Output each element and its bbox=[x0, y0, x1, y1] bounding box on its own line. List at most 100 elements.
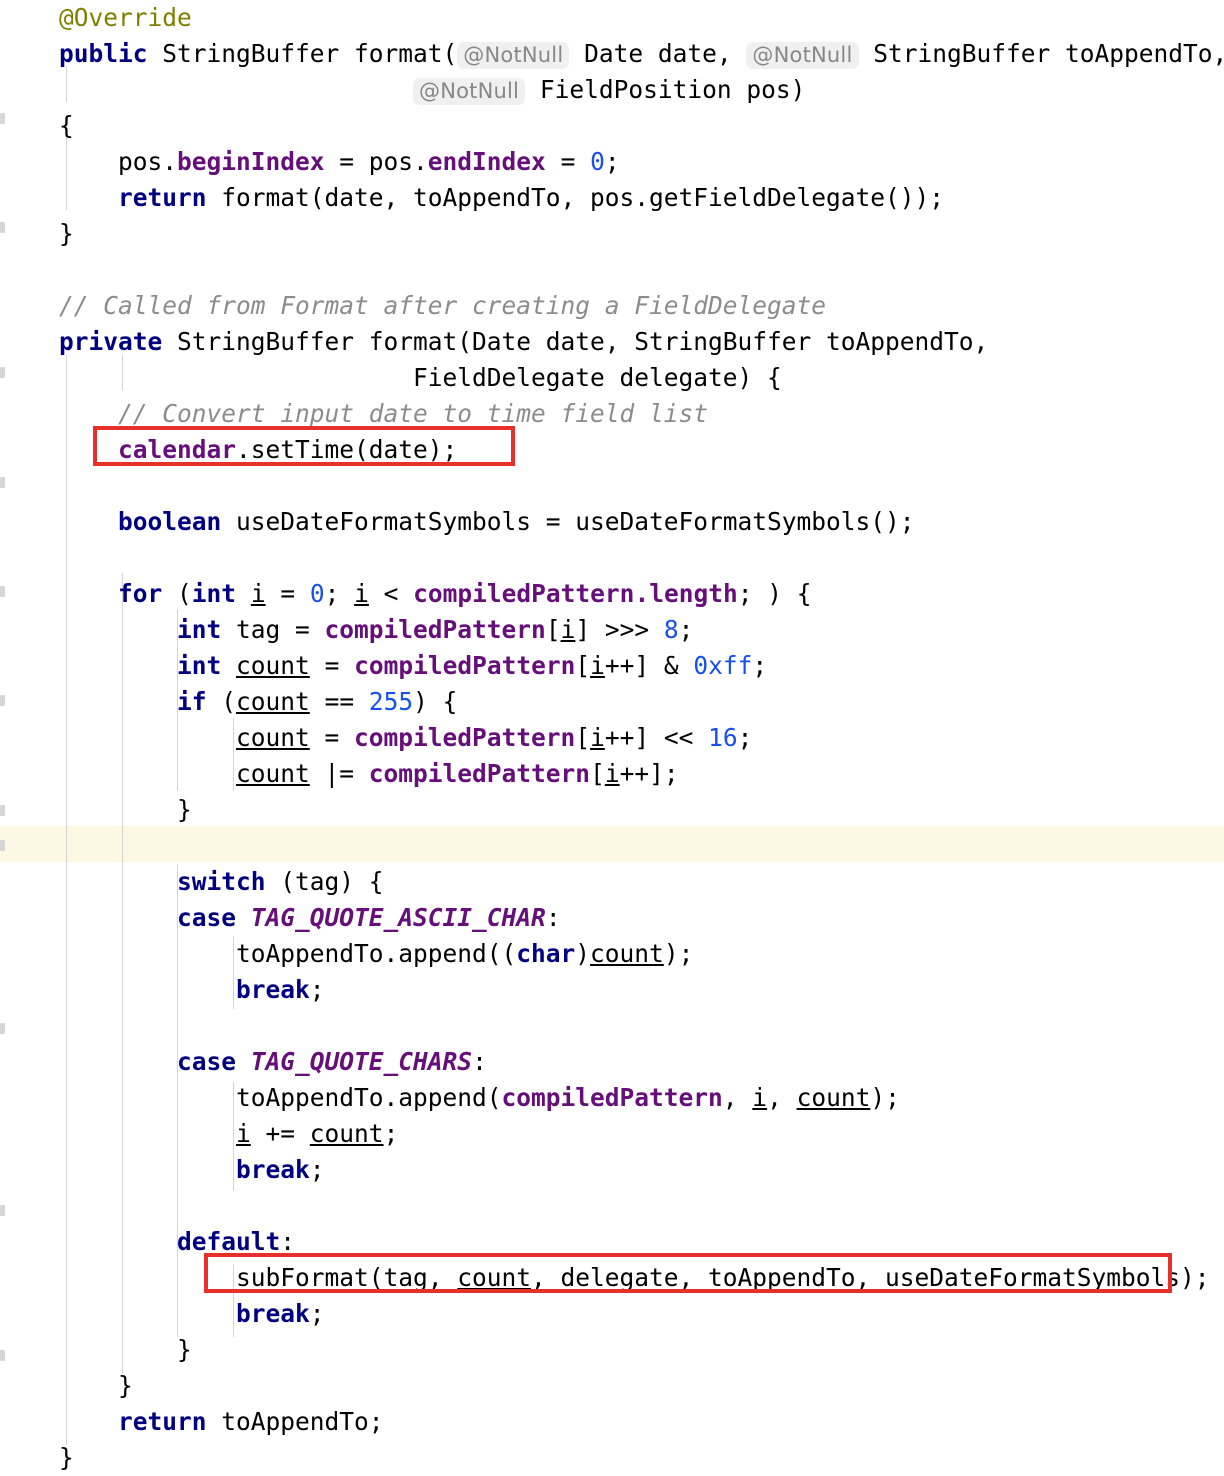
code-token: ; bbox=[310, 975, 325, 1004]
code-token: : bbox=[546, 903, 561, 932]
code-token: = bbox=[266, 579, 310, 608]
code-token bbox=[0, 579, 118, 608]
code-token: compiledPattern bbox=[413, 579, 634, 608]
code-token bbox=[0, 3, 59, 32]
code-line[interactable] bbox=[0, 828, 1224, 864]
code-line[interactable]: count |= compiledPattern[i++]; bbox=[0, 756, 1224, 792]
code-token bbox=[0, 39, 59, 68]
code-token: } bbox=[0, 1371, 133, 1400]
code-token: ; bbox=[325, 579, 355, 608]
code-line[interactable]: } bbox=[0, 1368, 1224, 1404]
code-token: ( bbox=[162, 579, 192, 608]
code-line[interactable]: return toAppendTo; bbox=[0, 1404, 1224, 1440]
inlay-hint-notnull[interactable]: @NotNull bbox=[457, 42, 569, 69]
code-token: count bbox=[236, 687, 310, 716]
code-line[interactable]: case TAG_QUOTE_CHARS: bbox=[0, 1044, 1224, 1080]
code-line[interactable] bbox=[0, 252, 1224, 288]
code-token: = bbox=[546, 147, 590, 176]
code-token: i bbox=[354, 579, 369, 608]
code-token: .setTime(date); bbox=[236, 435, 457, 464]
code-token: beginIndex bbox=[177, 147, 325, 176]
code-token: return bbox=[118, 183, 207, 212]
code-token: return bbox=[118, 1407, 207, 1436]
code-line[interactable]: calendar.setTime(date); bbox=[0, 432, 1224, 468]
code-token: , delegate, toAppendTo, useDateFormatSym… bbox=[531, 1263, 1210, 1292]
code-token: ; bbox=[752, 651, 767, 680]
code-line[interactable]: @Override bbox=[0, 0, 1224, 36]
inlay-hint-notnull[interactable]: @NotNull bbox=[413, 78, 525, 105]
code-token: ) { bbox=[413, 687, 457, 716]
code-token bbox=[0, 975, 236, 1004]
code-token bbox=[236, 1047, 251, 1076]
code-token: StringBuffer format( bbox=[148, 39, 458, 68]
code-line[interactable] bbox=[0, 468, 1224, 504]
code-token: TAG_QUOTE_CHARS bbox=[251, 1047, 472, 1076]
code-line[interactable]: toAppendTo.append(compiledPattern, i, co… bbox=[0, 1080, 1224, 1116]
code-token: switch bbox=[177, 867, 266, 896]
code-token: } bbox=[0, 219, 74, 248]
code-token: compiledPattern bbox=[369, 759, 590, 788]
code-line[interactable]: case TAG_QUOTE_ASCII_CHAR: bbox=[0, 900, 1224, 936]
code-token bbox=[221, 651, 236, 680]
code-line[interactable]: int tag = compiledPattern[i] >>> 8; bbox=[0, 612, 1224, 648]
code-line[interactable]: count = compiledPattern[i++] << 16; bbox=[0, 720, 1224, 756]
code-line[interactable]: FieldDelegate delegate) { bbox=[0, 360, 1224, 396]
code-token: [ bbox=[575, 723, 590, 752]
code-token: case bbox=[177, 1047, 236, 1076]
code-line[interactable]: break; bbox=[0, 1296, 1224, 1332]
code-token: ); bbox=[870, 1083, 900, 1112]
code-line[interactable]: { bbox=[0, 108, 1224, 144]
code-token: FieldPosition pos) bbox=[525, 75, 805, 104]
code-line[interactable]: subFormat(tag, count, delegate, toAppend… bbox=[0, 1260, 1224, 1296]
code-line[interactable]: return format(date, toAppendTo, pos.getF… bbox=[0, 180, 1224, 216]
code-line[interactable]: break; bbox=[0, 1152, 1224, 1188]
code-token bbox=[0, 723, 236, 752]
code-token bbox=[0, 399, 118, 428]
code-token bbox=[0, 183, 118, 212]
code-token: 8 bbox=[664, 615, 679, 644]
code-line[interactable]: default: bbox=[0, 1224, 1224, 1260]
code-token bbox=[0, 291, 59, 320]
code-line[interactable]: i += count; bbox=[0, 1116, 1224, 1152]
code-line[interactable]: @NotNull FieldPosition pos) bbox=[0, 72, 1224, 108]
code-token bbox=[0, 867, 177, 896]
code-line[interactable] bbox=[0, 1008, 1224, 1044]
code-token: { bbox=[0, 111, 74, 140]
code-line[interactable]: } bbox=[0, 792, 1224, 828]
code-line[interactable] bbox=[0, 540, 1224, 576]
code-token bbox=[0, 1047, 177, 1076]
code-token: 16 bbox=[708, 723, 738, 752]
code-line[interactable]: private StringBuffer format(Date date, S… bbox=[0, 324, 1224, 360]
code-token: i bbox=[561, 615, 576, 644]
inlay-hint-notnull[interactable]: @NotNull bbox=[746, 42, 858, 69]
code-line[interactable]: break; bbox=[0, 972, 1224, 1008]
code-editor[interactable]: @Override public StringBuffer format(@No… bbox=[0, 0, 1224, 1446]
code-line[interactable]: switch (tag) { bbox=[0, 864, 1224, 900]
code-line[interactable]: int count = compiledPattern[i++] & 0xff; bbox=[0, 648, 1224, 684]
code-token: i bbox=[251, 579, 266, 608]
code-token bbox=[0, 903, 177, 932]
code-line[interactable]: } bbox=[0, 216, 1224, 252]
code-token: compiledPattern bbox=[354, 651, 575, 680]
code-line[interactable]: if (count == 255) { bbox=[0, 684, 1224, 720]
code-line[interactable]: // Called from Format after creating a F… bbox=[0, 288, 1224, 324]
code-token: ; bbox=[310, 1155, 325, 1184]
code-token: = pos. bbox=[325, 147, 428, 176]
code-line[interactable]: public StringBuffer format(@NotNull Date… bbox=[0, 36, 1224, 72]
code-line[interactable]: boolean useDateFormatSymbols = useDateFo… bbox=[0, 504, 1224, 540]
code-token: @Override bbox=[59, 3, 192, 32]
code-line[interactable] bbox=[0, 1188, 1224, 1224]
code-token: break bbox=[236, 1299, 310, 1328]
code-line[interactable]: pos.beginIndex = pos.endIndex = 0; bbox=[0, 144, 1224, 180]
code-token: 0 bbox=[310, 579, 325, 608]
code-token: case bbox=[177, 903, 236, 932]
code-token: i bbox=[590, 723, 605, 752]
code-line[interactable]: toAppendTo.append((char)count); bbox=[0, 936, 1224, 972]
code-line[interactable]: // Convert input date to time field list bbox=[0, 396, 1224, 432]
code-line[interactable]: for (int i = 0; i < compiledPattern.leng… bbox=[0, 576, 1224, 612]
code-token: compiledPattern bbox=[502, 1083, 723, 1112]
code-token: ) bbox=[575, 939, 590, 968]
code-token: default bbox=[177, 1227, 280, 1256]
code-line[interactable]: } bbox=[0, 1440, 1224, 1476]
code-line[interactable]: } bbox=[0, 1332, 1224, 1368]
